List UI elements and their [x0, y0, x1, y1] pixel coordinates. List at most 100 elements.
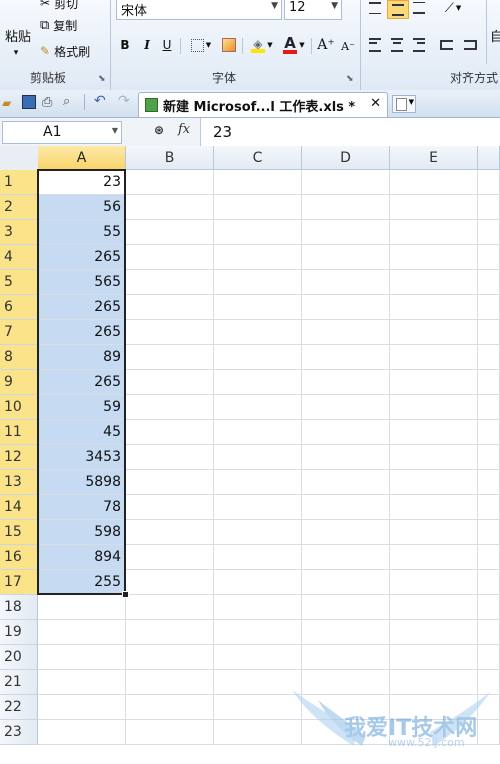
- cell-c6[interactable]: [214, 295, 302, 320]
- cell-b13[interactable]: [126, 470, 214, 495]
- cell-e6[interactable]: [390, 295, 478, 320]
- cell-d4[interactable]: [302, 245, 390, 270]
- cell-a19[interactable]: [38, 620, 126, 645]
- function-icon[interactable]: fx: [178, 122, 190, 137]
- cell-b10[interactable]: [126, 395, 214, 420]
- cell-c18[interactable]: [214, 595, 302, 620]
- row-header-9[interactable]: 9: [0, 370, 38, 395]
- cell-a23[interactable]: [38, 720, 126, 745]
- cell-e17[interactable]: [390, 570, 478, 595]
- cell-c20[interactable]: [214, 645, 302, 670]
- print-icon[interactable]: ⎙: [42, 95, 52, 110]
- cell-c8[interactable]: [214, 345, 302, 370]
- cell-a1[interactable]: 23: [38, 170, 126, 195]
- row-header-11[interactable]: 11: [0, 420, 38, 445]
- row-header-4[interactable]: 4: [0, 245, 38, 270]
- align-bottom-button[interactable]: [410, 0, 428, 16]
- paste-button[interactable]: 粘贴: [2, 24, 34, 46]
- align-middle-button[interactable]: [387, 0, 409, 19]
- row-header-7[interactable]: 7: [0, 320, 38, 345]
- row-header-21[interactable]: 21: [0, 670, 38, 695]
- cell-a15[interactable]: 598: [38, 520, 126, 545]
- row-header-13[interactable]: 13: [0, 470, 38, 495]
- cell-a13[interactable]: 5898: [38, 470, 126, 495]
- cell-a10[interactable]: 59: [38, 395, 126, 420]
- wrap-text-button[interactable]: 自: [490, 26, 500, 45]
- cell-b11[interactable]: [126, 420, 214, 445]
- cell-a4[interactable]: 265: [38, 245, 126, 270]
- dialog-launcher-icon[interactable]: ⬊: [346, 74, 354, 84]
- align-right-button[interactable]: [410, 36, 428, 54]
- cell-e15[interactable]: [390, 520, 478, 545]
- cell-c19[interactable]: [214, 620, 302, 645]
- cell-c4[interactable]: [214, 245, 302, 270]
- underline-button[interactable]: U: [159, 36, 175, 54]
- cell-b3[interactable]: [126, 220, 214, 245]
- cell-a14[interactable]: 78: [38, 495, 126, 520]
- cell-a22[interactable]: [38, 695, 126, 720]
- cell-c14[interactable]: [214, 495, 302, 520]
- cell-c11[interactable]: [214, 420, 302, 445]
- cell-a20[interactable]: [38, 645, 126, 670]
- cell-e20[interactable]: [390, 645, 478, 670]
- decrease-indent-button[interactable]: [436, 36, 456, 54]
- row-header-23[interactable]: 23: [0, 720, 38, 745]
- select-all-corner[interactable]: [0, 146, 39, 171]
- grow-font-button[interactable]: A⁺: [316, 35, 336, 55]
- cell-b1[interactable]: [126, 170, 214, 195]
- cell-a5[interactable]: 565: [38, 270, 126, 295]
- formula-input[interactable]: 23: [200, 118, 500, 146]
- cell-d15[interactable]: [302, 520, 390, 545]
- cell-d9[interactable]: [302, 370, 390, 395]
- cell-d14[interactable]: [302, 495, 390, 520]
- redo-icon[interactable]: ↷: [118, 93, 130, 109]
- copy-button[interactable]: ⧉ 复制: [40, 16, 104, 34]
- cell-c5[interactable]: [214, 270, 302, 295]
- increase-indent-button[interactable]: [460, 36, 480, 54]
- cell-d8[interactable]: [302, 345, 390, 370]
- cell-d6[interactable]: [302, 295, 390, 320]
- cell-c16[interactable]: [214, 545, 302, 570]
- cell-a16[interactable]: 894: [38, 545, 126, 570]
- undo-icon[interactable]: ↶: [94, 93, 106, 109]
- cell-b5[interactable]: [126, 270, 214, 295]
- cell-c12[interactable]: [214, 445, 302, 470]
- cell-c17[interactable]: [214, 570, 302, 595]
- cell-d19[interactable]: [302, 620, 390, 645]
- row-header-10[interactable]: 10: [0, 395, 38, 420]
- cell-d2[interactable]: [302, 195, 390, 220]
- cell-b9[interactable]: [126, 370, 214, 395]
- fill-color-button[interactable]: ◈ ▼: [248, 34, 276, 56]
- row-header-16[interactable]: 16: [0, 545, 38, 570]
- row-header-5[interactable]: 5: [0, 270, 38, 295]
- cell-a3[interactable]: 55: [38, 220, 126, 245]
- cell-e16[interactable]: [390, 545, 478, 570]
- row-header-6[interactable]: 6: [0, 295, 38, 320]
- column-header-d[interactable]: D: [302, 146, 390, 170]
- cell-e8[interactable]: [390, 345, 478, 370]
- cell-b14[interactable]: [126, 495, 214, 520]
- cell-b7[interactable]: [126, 320, 214, 345]
- cell-e9[interactable]: [390, 370, 478, 395]
- cell-d5[interactable]: [302, 270, 390, 295]
- orientation-button[interactable]: ⟋ ▼: [440, 0, 466, 16]
- cell-e14[interactable]: [390, 495, 478, 520]
- cell-e4[interactable]: [390, 245, 478, 270]
- close-icon[interactable]: ✕: [370, 96, 381, 111]
- cell-b18[interactable]: [126, 595, 214, 620]
- cell-c1[interactable]: [214, 170, 302, 195]
- cell-e10[interactable]: [390, 395, 478, 420]
- cell-a9[interactable]: 265: [38, 370, 126, 395]
- cell-b17[interactable]: [126, 570, 214, 595]
- font-name-select[interactable]: 宋体 ▼: [116, 0, 282, 20]
- cell-a11[interactable]: 45: [38, 420, 126, 445]
- cell-b12[interactable]: [126, 445, 214, 470]
- cell-b23[interactable]: [126, 720, 214, 745]
- cell-b15[interactable]: [126, 520, 214, 545]
- font-color-button[interactable]: A ▼: [280, 34, 308, 56]
- cell-a21[interactable]: [38, 670, 126, 695]
- font-size-select[interactable]: 12 ▼: [284, 0, 342, 20]
- cell-e2[interactable]: [390, 195, 478, 220]
- cell-b8[interactable]: [126, 345, 214, 370]
- align-left-button[interactable]: [366, 36, 384, 54]
